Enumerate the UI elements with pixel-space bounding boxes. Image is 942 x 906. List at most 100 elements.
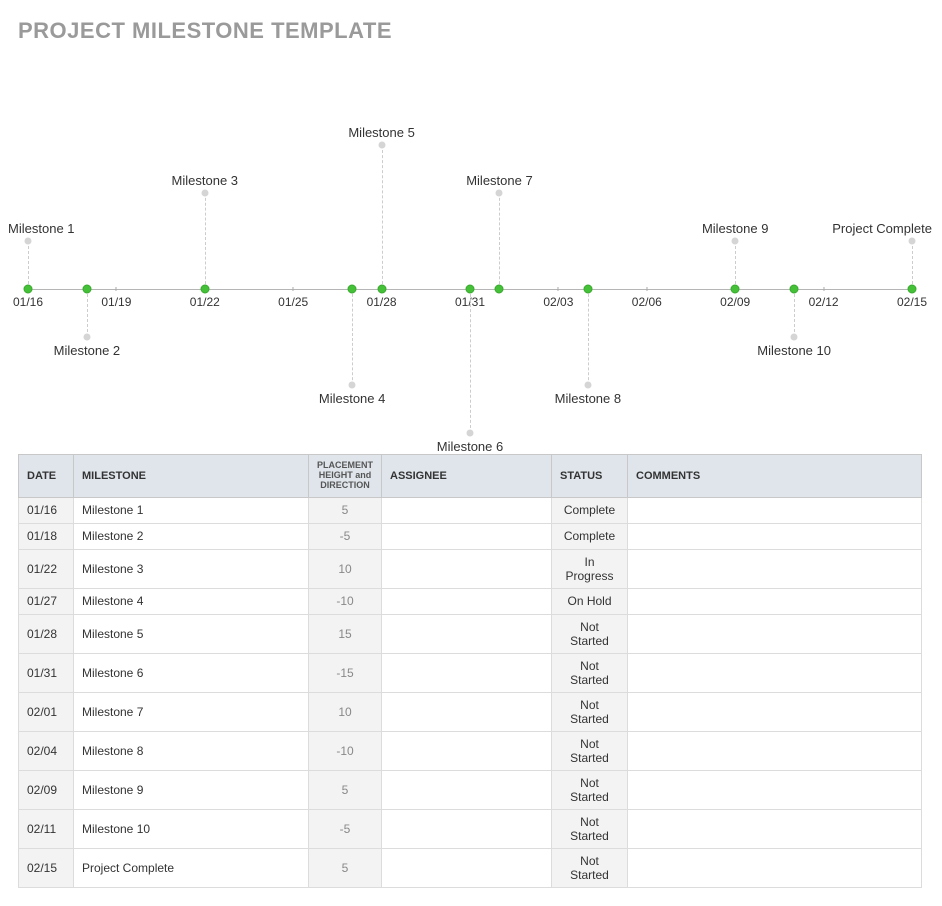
- table-row: 02/11Milestone 10-5Not Started: [19, 809, 922, 848]
- axis-tick: 02/06: [632, 295, 662, 309]
- cell-assignee: [382, 588, 552, 614]
- cell-assignee: [382, 614, 552, 653]
- milestone-axis-dot: [731, 285, 740, 294]
- cell-date: 01/18: [19, 523, 74, 549]
- cell-date: 01/16: [19, 497, 74, 523]
- milestone-label: Milestone 6: [437, 439, 503, 454]
- cell-assignee: [382, 848, 552, 887]
- cell-comments: [628, 588, 922, 614]
- milestone-timeline-chart: 01/1601/1901/2201/2501/2801/3102/0302/06…: [18, 54, 922, 424]
- cell-comments: [628, 549, 922, 588]
- milestone-axis-dot: [466, 285, 475, 294]
- col-assignee: ASSIGNEE: [382, 455, 552, 498]
- cell-placement: 10: [309, 549, 382, 588]
- axis-tick: 01/16: [13, 295, 43, 309]
- cell-status: Not Started: [552, 731, 628, 770]
- milestone-label: Milestone 7: [466, 173, 532, 188]
- milestone-tip-dot: [201, 190, 208, 197]
- cell-assignee: [382, 692, 552, 731]
- cell-milestone: Milestone 4: [74, 588, 309, 614]
- milestone-label: Milestone 9: [702, 221, 768, 236]
- cell-date: 02/01: [19, 692, 74, 731]
- cell-comments: [628, 523, 922, 549]
- axis-tick: 02/09: [720, 295, 750, 309]
- milestone-axis-dot: [24, 285, 33, 294]
- cell-date: 01/27: [19, 588, 74, 614]
- milestone-stem: [87, 289, 88, 337]
- cell-milestone: Milestone 2: [74, 523, 309, 549]
- cell-placement: -5: [309, 809, 382, 848]
- cell-date: 01/31: [19, 653, 74, 692]
- table-row: 01/28Milestone 515Not Started: [19, 614, 922, 653]
- axis-tick: 01/19: [101, 295, 131, 309]
- axis-tick: 01/22: [190, 295, 220, 309]
- cell-placement: -15: [309, 653, 382, 692]
- milestone-tip-dot: [25, 238, 32, 245]
- col-status: STATUS: [552, 455, 628, 498]
- table-row: 02/04Milestone 8-10 Not Started: [19, 731, 922, 770]
- cell-milestone: Milestone 8: [74, 731, 309, 770]
- cell-comments: [628, 692, 922, 731]
- cell-comments: [628, 497, 922, 523]
- cell-milestone: Milestone 10: [74, 809, 309, 848]
- milestone-stem: [470, 289, 471, 433]
- cell-date: 01/22: [19, 549, 74, 588]
- milestone-label: Milestone 5: [348, 125, 414, 140]
- cell-milestone: Milestone 6: [74, 653, 309, 692]
- cell-status: Not Started: [552, 653, 628, 692]
- col-placement: PLACEMENT HEIGHT and DIRECTION: [309, 455, 382, 498]
- cell-status: In Progress: [552, 549, 628, 588]
- axis-tick: 02/12: [809, 295, 839, 309]
- table-row: 01/22Milestone 310 In Progress: [19, 549, 922, 588]
- milestone-stem: [794, 289, 795, 337]
- table-row: 01/27Milestone 4-10 On Hold: [19, 588, 922, 614]
- col-date: DATE: [19, 455, 74, 498]
- milestone-axis-dot: [908, 285, 917, 294]
- milestone-label: Milestone 1: [8, 221, 74, 236]
- cell-assignee: [382, 497, 552, 523]
- cell-milestone: Milestone 3: [74, 549, 309, 588]
- cell-date: 01/28: [19, 614, 74, 653]
- cell-status: Not Started: [552, 848, 628, 887]
- milestone-stem: [735, 241, 736, 289]
- milestone-tip-dot: [496, 190, 503, 197]
- milestone-label: Milestone 2: [54, 343, 120, 358]
- cell-milestone: Project Complete: [74, 848, 309, 887]
- cell-assignee: [382, 809, 552, 848]
- col-milestone: MILESTONE: [74, 455, 309, 498]
- milestone-tip-dot: [349, 382, 356, 389]
- milestone-stem: [912, 241, 913, 289]
- cell-status: Not Started: [552, 614, 628, 653]
- milestone-stem: [499, 193, 500, 289]
- axis-tick: 02/15: [897, 295, 927, 309]
- cell-comments: [628, 653, 922, 692]
- cell-placement: 5: [309, 497, 382, 523]
- milestone-stem: [352, 289, 353, 385]
- cell-placement: -10: [309, 731, 382, 770]
- cell-assignee: [382, 731, 552, 770]
- milestone-stem: [28, 241, 29, 289]
- cell-placement: -10: [309, 588, 382, 614]
- cell-comments: [628, 614, 922, 653]
- milestone-axis-dot: [495, 285, 504, 294]
- cell-status: On Hold: [552, 588, 628, 614]
- cell-date: 02/04: [19, 731, 74, 770]
- axis-tick: 01/28: [367, 295, 397, 309]
- table-row: 01/18Milestone 2-5Complete: [19, 523, 922, 549]
- cell-assignee: [382, 653, 552, 692]
- milestone-stem: [205, 193, 206, 289]
- cell-assignee: [382, 523, 552, 549]
- milestone-axis-dot: [790, 285, 799, 294]
- page-title: PROJECT MILESTONE TEMPLATE: [18, 18, 924, 44]
- table-row: 02/01Milestone 710Not Started: [19, 692, 922, 731]
- milestone-label: Project Complete: [832, 221, 932, 236]
- cell-comments: [628, 848, 922, 887]
- cell-status: Not Started: [552, 809, 628, 848]
- cell-assignee: [382, 549, 552, 588]
- axis-tick: 02/03: [543, 295, 573, 309]
- milestone-axis-dot: [200, 285, 209, 294]
- cell-status: Complete: [552, 523, 628, 549]
- cell-placement: 5: [309, 848, 382, 887]
- milestone-tip-dot: [791, 334, 798, 341]
- cell-placement: 15: [309, 614, 382, 653]
